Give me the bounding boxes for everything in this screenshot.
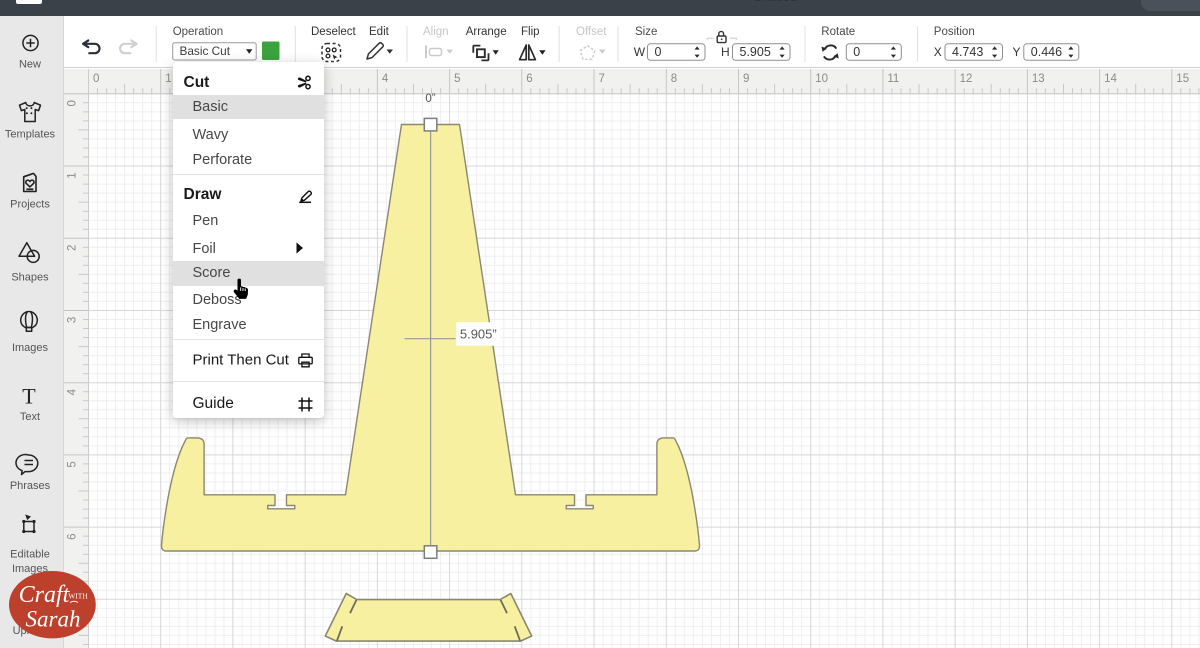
svg-text:5.905”: 5.905” bbox=[460, 327, 497, 342]
svg-text:New: New bbox=[19, 59, 41, 71]
svg-text:Offset: Offset bbox=[576, 26, 607, 38]
svg-text:T: T bbox=[22, 384, 36, 409]
svg-text:Flip: Flip bbox=[521, 26, 540, 38]
svg-text:X: X bbox=[934, 45, 942, 59]
svg-text:13: 13 bbox=[1032, 73, 1045, 85]
svg-text:4.743: 4.743 bbox=[952, 45, 983, 59]
svg-text:Text: Text bbox=[20, 411, 40, 423]
svg-text:0.446: 0.446 bbox=[1031, 45, 1062, 59]
svg-text:W: W bbox=[634, 45, 646, 59]
svg-text:0: 0 bbox=[67, 100, 79, 106]
svg-text:1: 1 bbox=[67, 172, 79, 178]
svg-text:Deselect: Deselect bbox=[311, 26, 357, 38]
svg-text:Projects: Projects bbox=[10, 199, 50, 211]
svg-text:Operation: Operation bbox=[173, 26, 224, 38]
svg-text:Templates: Templates bbox=[5, 129, 56, 141]
svg-text:12: 12 bbox=[960, 73, 973, 85]
svg-text:6: 6 bbox=[67, 533, 79, 539]
svg-text:WITH: WITH bbox=[68, 591, 88, 600]
svg-text:Align: Align bbox=[423, 26, 449, 38]
svg-text:Shapes: Shapes bbox=[11, 272, 49, 284]
svg-text:0: 0 bbox=[93, 73, 99, 85]
svg-text:Sarah: Sarah bbox=[25, 606, 80, 631]
svg-text:Phrases: Phrases bbox=[10, 480, 51, 492]
svg-text:H: H bbox=[721, 45, 730, 59]
svg-text:Position: Position bbox=[934, 26, 975, 38]
svg-text:7: 7 bbox=[599, 73, 605, 85]
svg-text:4: 4 bbox=[382, 73, 389, 85]
svg-text:5: 5 bbox=[67, 461, 79, 467]
svg-text:2: 2 bbox=[67, 245, 79, 251]
svg-text:11: 11 bbox=[887, 73, 899, 85]
svg-text:5.905: 5.905 bbox=[740, 45, 771, 59]
svg-text:0”: 0” bbox=[425, 93, 435, 105]
svg-text:Craft: Craft bbox=[18, 582, 70, 608]
svg-text:1: 1 bbox=[165, 73, 171, 85]
svg-text:Editable: Editable bbox=[10, 549, 50, 561]
svg-text:6: 6 bbox=[526, 73, 532, 85]
svg-text:Edit: Edit bbox=[369, 26, 390, 38]
svg-text:10: 10 bbox=[815, 73, 828, 85]
svg-text:0: 0 bbox=[655, 45, 662, 59]
svg-text:0: 0 bbox=[853, 45, 860, 59]
svg-text:Images: Images bbox=[12, 342, 49, 354]
svg-text:Rotate: Rotate bbox=[821, 26, 855, 38]
svg-text:3: 3 bbox=[67, 317, 79, 323]
svg-text:15: 15 bbox=[1176, 73, 1189, 85]
svg-text:Size: Size bbox=[635, 26, 657, 38]
svg-text:14: 14 bbox=[1104, 73, 1117, 85]
svg-text:5: 5 bbox=[454, 73, 460, 85]
svg-text:Basic Cut: Basic Cut bbox=[180, 44, 231, 58]
svg-text:4: 4 bbox=[67, 388, 79, 395]
svg-text:8: 8 bbox=[671, 73, 677, 85]
svg-text:Arrange: Arrange bbox=[466, 26, 507, 38]
svg-text:Y: Y bbox=[1013, 45, 1021, 59]
svg-text:9: 9 bbox=[743, 73, 749, 85]
